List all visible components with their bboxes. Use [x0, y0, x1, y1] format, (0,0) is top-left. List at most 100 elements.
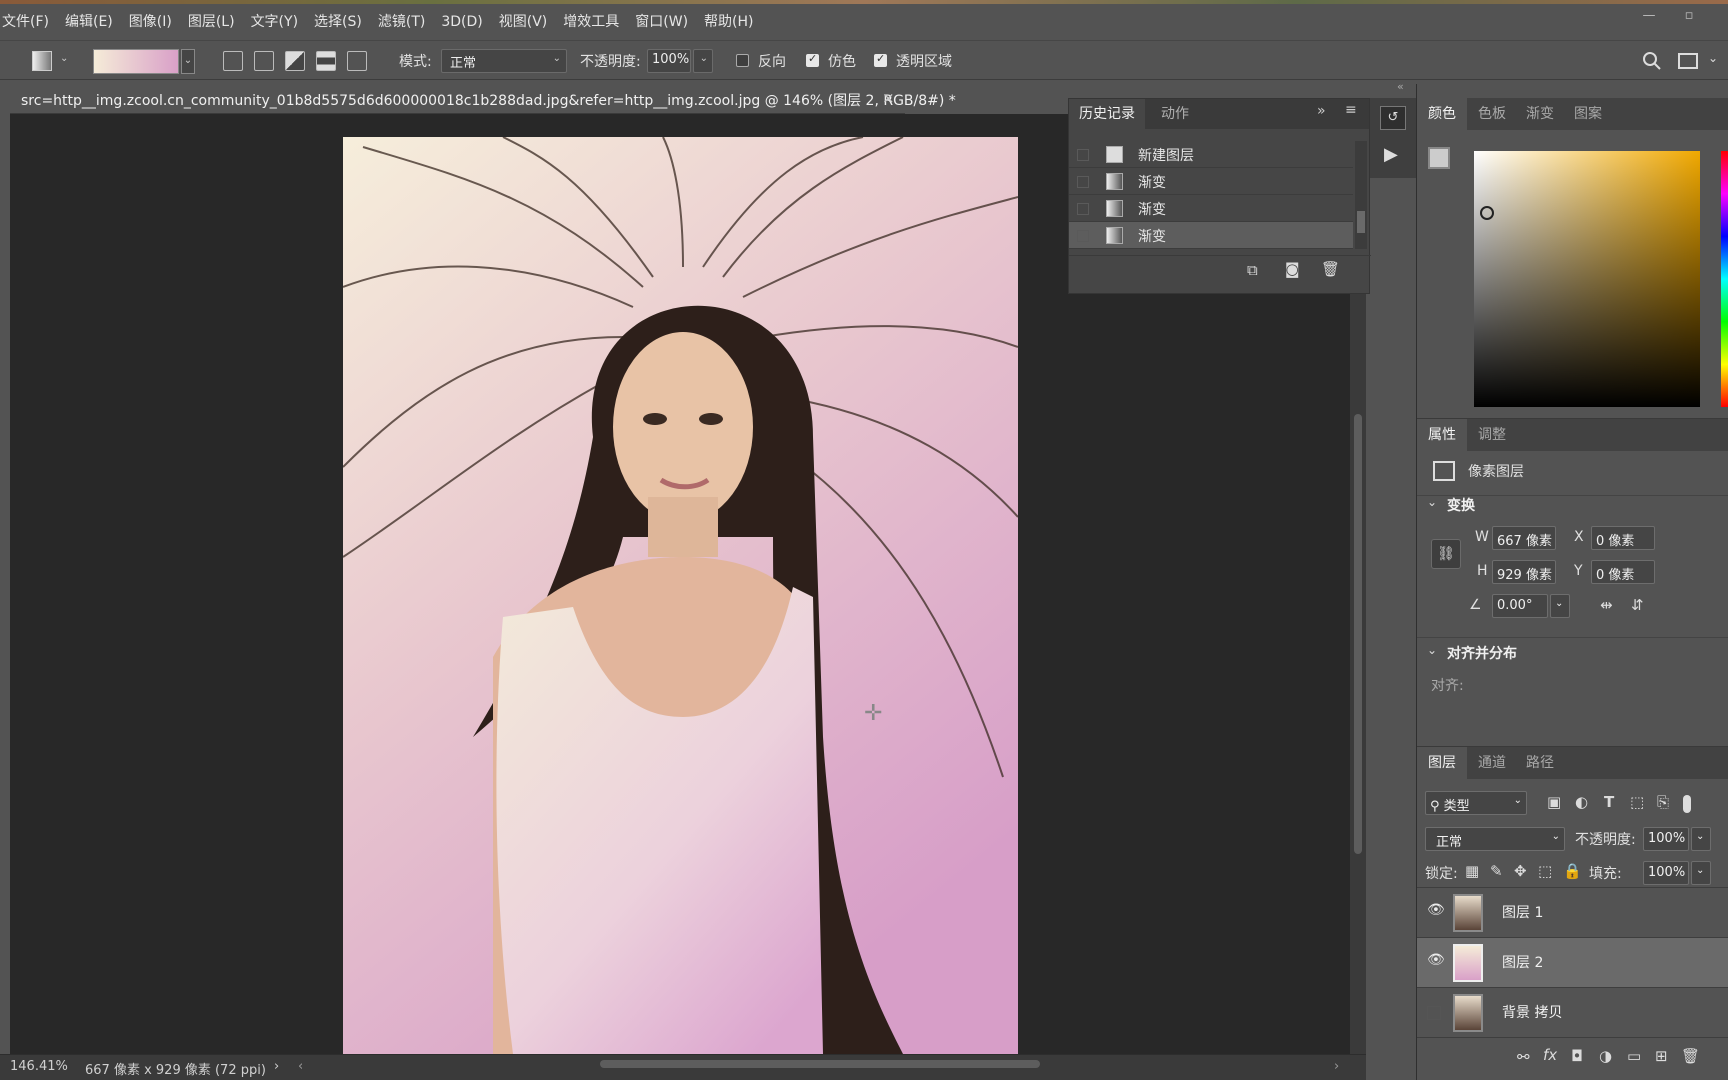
- layer-name[interactable]: 图层 1: [1502, 902, 1543, 922]
- vertical-scroll-thumb[interactable]: [1354, 414, 1362, 854]
- hue-slider[interactable]: [1721, 151, 1728, 407]
- opacity-dropdown[interactable]: ⌄: [693, 49, 713, 73]
- menu-edit[interactable]: 编辑(E): [57, 0, 121, 40]
- layer-row[interactable]: 👁 图层 1: [1417, 887, 1728, 937]
- align-distribute-header[interactable]: 对齐并分布: [1447, 643, 1517, 663]
- fill-chevron-icon[interactable]: ⌄: [1691, 861, 1711, 885]
- tab-gradients[interactable]: 渐变: [1515, 98, 1565, 130]
- layer-name[interactable]: 图层 2: [1502, 952, 1543, 972]
- eye-icon[interactable]: 👁: [1427, 902, 1445, 918]
- filter-smart-object-icon[interactable]: ⎘: [1657, 793, 1669, 811]
- filter-adjustment-icon[interactable]: ◐: [1575, 793, 1588, 811]
- trash-icon[interactable]: 🗑: [1321, 260, 1340, 278]
- tab-channels[interactable]: 通道: [1467, 747, 1517, 779]
- minimize-icon[interactable]: —: [1636, 8, 1662, 26]
- height-field[interactable]: 929 像素: [1492, 560, 1556, 584]
- gradient-preview-swatch[interactable]: [93, 49, 179, 74]
- folder-icon[interactable]: ▭: [1627, 1047, 1641, 1065]
- lock-artboard-icon[interactable]: ⬚: [1538, 862, 1552, 880]
- history-item[interactable]: 渐变: [1069, 195, 1353, 222]
- menu-view[interactable]: 视图(V): [491, 0, 556, 40]
- lock-all-icon[interactable]: 🔒: [1563, 862, 1582, 880]
- diamond-gradient-icon[interactable]: [347, 51, 367, 71]
- chevron-down-icon[interactable]: ⌄: [1427, 495, 1437, 509]
- tab-color[interactable]: 颜色: [1417, 98, 1467, 130]
- maximize-icon[interactable]: ▫: [1676, 8, 1702, 26]
- color-picker-cursor[interactable]: [1480, 206, 1494, 220]
- flip-vertical-icon[interactable]: ⇵: [1631, 596, 1644, 614]
- tool-preset-chevron-icon[interactable]: ⌄: [60, 53, 68, 64]
- menu-file[interactable]: 文件(F): [0, 0, 57, 40]
- transform-header[interactable]: 变换: [1447, 495, 1475, 515]
- reflected-gradient-icon[interactable]: [316, 51, 336, 71]
- lock-transparent-icon[interactable]: ▦: [1465, 862, 1479, 880]
- flip-horizontal-icon[interactable]: ⇹: [1600, 596, 1613, 614]
- tab-swatches[interactable]: 色板: [1467, 98, 1517, 130]
- layer-filter-select[interactable]: ⚲ 类型 ⌄: [1425, 791, 1527, 815]
- angle-gradient-icon[interactable]: [285, 51, 305, 71]
- history-scrollbar[interactable]: [1355, 141, 1367, 249]
- menu-window[interactable]: 窗口(W): [627, 0, 696, 40]
- menu-select[interactable]: 选择(S): [306, 0, 370, 40]
- scroll-left-icon[interactable]: ‹: [298, 1059, 303, 1074]
- tab-history[interactable]: 历史记录: [1069, 99, 1145, 129]
- y-field[interactable]: 0 像素: [1591, 560, 1655, 584]
- workspace-icon[interactable]: [1678, 53, 1698, 69]
- tab-paths[interactable]: 路径: [1515, 747, 1565, 779]
- filter-shape-icon[interactable]: ⬚: [1630, 793, 1644, 811]
- menu-plugins[interactable]: 增效工具: [555, 0, 627, 40]
- panel-menu-icon[interactable]: ≡: [1345, 102, 1357, 118]
- history-snapshot-checkbox[interactable]: [1077, 176, 1089, 188]
- history-item[interactable]: 新建图层: [1069, 141, 1353, 168]
- scroll-right-icon[interactable]: ›: [1334, 1059, 1339, 1074]
- lock-image-icon[interactable]: ✎: [1490, 862, 1503, 880]
- dither-checkbox[interactable]: [806, 52, 819, 67]
- close-tab-icon[interactable]: ×: [882, 89, 895, 107]
- menu-layer[interactable]: 图层(L): [180, 0, 243, 40]
- history-panel-icon[interactable]: ↺: [1380, 106, 1406, 130]
- trash-icon[interactable]: 🗑: [1681, 1047, 1700, 1065]
- angle-dropdown-chevron-icon[interactable]: ⌄: [1550, 594, 1570, 618]
- tab-patterns[interactable]: 图案: [1563, 98, 1613, 130]
- layer-row[interactable]: 背景 拷贝: [1417, 987, 1728, 1037]
- reverse-checkbox[interactable]: [736, 54, 749, 67]
- status-more-icon[interactable]: ›: [274, 1059, 279, 1074]
- gradient-picker-chevron-icon[interactable]: ⌄: [181, 49, 195, 74]
- history-item[interactable]: 渐变: [1069, 168, 1353, 195]
- new-layer-icon[interactable]: ⊞: [1655, 1047, 1668, 1065]
- menu-3d[interactable]: 3D(D): [433, 0, 490, 40]
- lock-position-icon[interactable]: ✥: [1514, 862, 1527, 880]
- history-scroll-thumb[interactable]: [1357, 211, 1365, 233]
- horizontal-scroll-thumb[interactable]: [600, 1060, 1040, 1068]
- layer-row[interactable]: 👁 图层 2: [1417, 937, 1728, 987]
- search-icon[interactable]: [1642, 51, 1662, 71]
- gradient-tool-icon[interactable]: [32, 51, 52, 71]
- workspace-chevron-icon[interactable]: ⌄: [1708, 51, 1718, 65]
- play-actions-icon[interactable]: ▶: [1384, 144, 1398, 165]
- adjustment-layer-icon[interactable]: ◑: [1599, 1047, 1612, 1065]
- history-snapshot-checkbox[interactable]: [1077, 203, 1089, 215]
- fill-field[interactable]: 100%: [1643, 861, 1689, 885]
- color-picker-field[interactable]: [1474, 151, 1700, 407]
- history-snapshot-checkbox[interactable]: [1077, 230, 1089, 242]
- layer-name[interactable]: 背景 拷贝: [1502, 1002, 1562, 1022]
- document-canvas-image[interactable]: [343, 137, 1018, 1054]
- collapse-icon[interactable]: »: [1317, 103, 1326, 119]
- radial-gradient-icon[interactable]: [254, 51, 274, 71]
- fx-icon[interactable]: fx: [1543, 1046, 1557, 1064]
- chevron-down-icon[interactable]: ⌄: [1427, 643, 1437, 657]
- link-icon[interactable]: ⛓: [1431, 539, 1461, 569]
- filter-pixel-icon[interactable]: ▣: [1547, 793, 1561, 811]
- x-field[interactable]: 0 像素: [1591, 526, 1655, 550]
- filter-toggle-icon[interactable]: [1683, 795, 1691, 813]
- blend-mode-select[interactable]: 正常 ⌄: [1425, 827, 1565, 851]
- transparency-checkbox[interactable]: [874, 52, 887, 67]
- angle-field[interactable]: 0.00°: [1492, 594, 1548, 618]
- width-field[interactable]: 667 像素: [1492, 526, 1556, 550]
- collapse-dock-icon[interactable]: «: [1397, 80, 1404, 93]
- linear-gradient-icon[interactable]: [223, 51, 243, 71]
- visibility-toggle[interactable]: [1427, 1006, 1441, 1020]
- tab-actions[interactable]: 动作: [1151, 99, 1199, 129]
- filter-type-icon[interactable]: T: [1604, 793, 1614, 811]
- opacity-input[interactable]: 100%: [647, 49, 691, 73]
